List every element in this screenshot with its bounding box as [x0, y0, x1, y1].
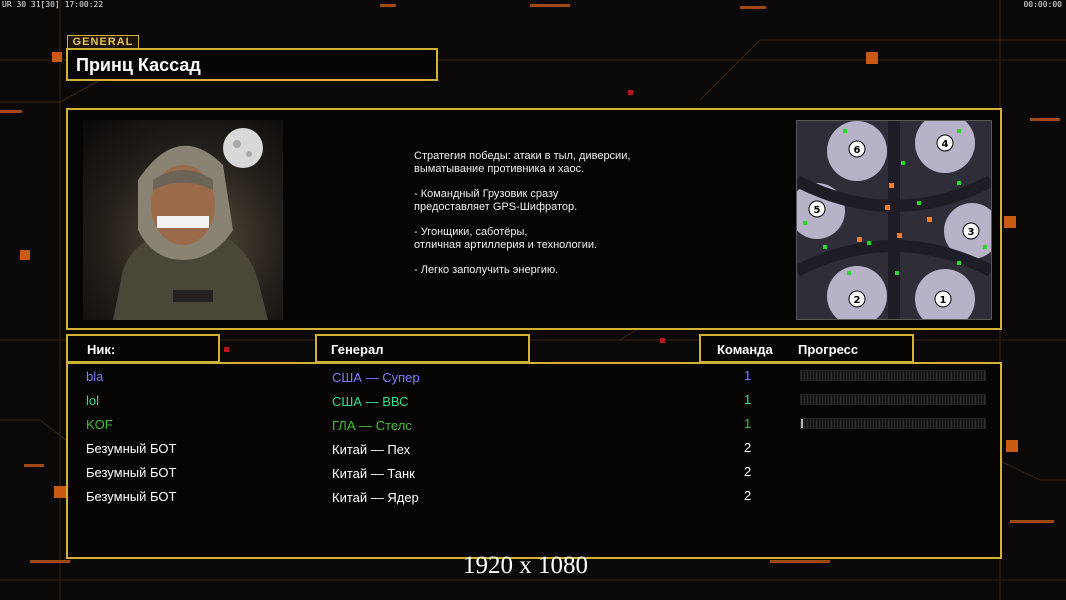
general-name-box: Принц Кассад: [66, 48, 438, 81]
general-tag: GENERAL: [67, 35, 139, 49]
player-progress-bar: [800, 418, 986, 429]
description-line: - Командный Грузовик сразу предоставляет…: [414, 188, 578, 213]
general-column-header: Генерал: [315, 334, 530, 363]
player-general: Китай — Пех: [332, 442, 411, 457]
player-row: bla США — Супер 1: [68, 366, 1000, 388]
general-description: Стратегия победы: атаки в тыл, диверсии,…: [414, 150, 714, 289]
start-position-2: 2: [854, 295, 861, 306]
resolution-label: 1920 x 1080: [463, 552, 588, 579]
player-row: KOF ГЛА — Стелс 1: [68, 414, 1000, 436]
nick-header-label: Ник:: [87, 342, 116, 357]
player-row: lol США — ВВС 1: [68, 390, 1000, 412]
start-position-4: 4: [942, 139, 949, 150]
player-nick: Безумный БОТ: [86, 441, 177, 456]
general-name: Принц Кассад: [76, 55, 201, 75]
player-team: 2: [744, 488, 752, 503]
start-position-3: 3: [968, 227, 975, 238]
general-header-label: Генерал: [331, 342, 384, 357]
player-team: 1: [744, 416, 752, 431]
team-header-label: Команда: [717, 342, 773, 357]
player-general: ГЛА — Стелс: [332, 418, 412, 433]
player-list: bla США — Супер 1 lol США — ВВС 1 KOF ГЛ…: [66, 362, 1002, 559]
player-nick: Безумный БОТ: [86, 489, 177, 504]
team-progress-header: Команда Прогресс: [699, 334, 914, 363]
player-row: Безумный БОТ Китай — Пех 2: [68, 438, 1000, 460]
player-team: 2: [744, 464, 752, 479]
start-position-6: 6: [854, 145, 861, 156]
nick-column-header: Ник:: [66, 334, 220, 363]
player-team: 1: [744, 392, 752, 407]
description-line: - Угонщики, саботёры, отличная артиллери…: [414, 226, 598, 251]
status-left: UR 30 31[30] 17:00:22: [2, 0, 104, 9]
player-progress-bar: [800, 394, 986, 405]
portrait-image: [113, 128, 268, 320]
player-nick: KOF: [86, 417, 113, 432]
status-clock: 00:00:00: [1023, 0, 1062, 9]
player-team: 1: [744, 368, 752, 383]
player-team: 2: [744, 440, 752, 455]
player-nick: lol: [86, 393, 100, 408]
map-preview[interactable]: 6 4 5 3 2 1: [796, 120, 992, 320]
player-row: Безумный БОТ Китай — Ядер 2: [68, 486, 1000, 508]
start-position-1: 1: [940, 295, 947, 306]
general-portrait: [83, 120, 283, 320]
progress-fill: [801, 419, 803, 428]
player-nick: Безумный БОТ: [86, 465, 177, 480]
progress-header-label: Прогресс: [798, 342, 859, 357]
general-info-panel: Стратегия победы: атаки в тыл, диверсии,…: [66, 108, 1002, 330]
player-progress-bar: [800, 370, 986, 381]
player-general: США — ВВС: [332, 394, 409, 409]
top-status-bar: UR 30 31[30] 17:00:22 00:00:00: [0, 0, 1066, 10]
player-general: США — Супер: [332, 370, 420, 385]
player-nick: bla: [86, 369, 104, 384]
player-row: Безумный БОТ Китай — Танк 2: [68, 462, 1000, 484]
player-general: Китай — Танк: [332, 466, 415, 481]
start-position-5: 5: [814, 205, 821, 216]
player-general: Китай — Ядер: [332, 490, 419, 505]
description-line: Стратегия победы: атаки в тыл, диверсии,…: [414, 150, 631, 175]
map-image: 6 4 5 3 2 1: [797, 121, 991, 319]
description-line: - Легко заполучить энергию.: [414, 264, 559, 276]
